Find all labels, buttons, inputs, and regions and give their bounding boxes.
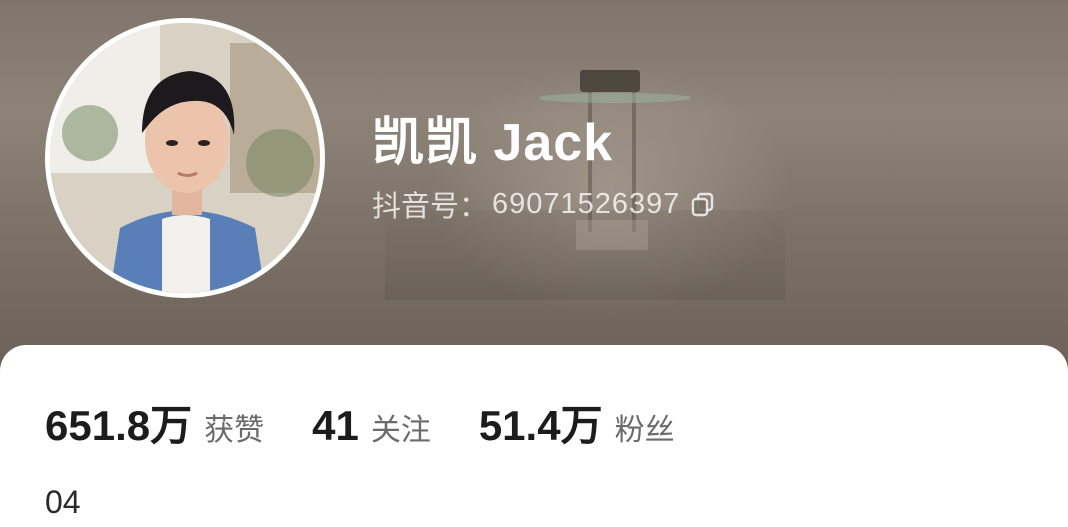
stat-likes-label: 获赞: [204, 414, 265, 447]
profile-stats: 651.8万 获赞 41 关注 51.4万 粉丝: [45, 392, 723, 453]
douyin-id-label: 抖音号：: [372, 191, 489, 223]
douyin-id-row: 抖音号： 69071526397: [372, 183, 716, 225]
stat-following[interactable]: 41 关注: [312, 402, 431, 450]
copy-icon[interactable]: [690, 191, 716, 217]
stat-following-value: 41: [312, 402, 359, 449]
stat-likes[interactable]: 651.8万 获赞: [45, 392, 264, 453]
stat-followers-value: 51.4万: [478, 402, 603, 449]
douyin-id-value: 69071526397: [492, 187, 681, 220]
stat-followers[interactable]: 51.4万 粉丝: [479, 392, 675, 453]
profile-bio: 04: [45, 484, 81, 520]
stat-likes-value: 651.8万: [45, 402, 193, 449]
profile-name: 凯凯 Jack: [372, 114, 614, 172]
avatar[interactable]: [45, 18, 325, 298]
stat-following-label: 关注: [370, 414, 431, 447]
stat-followers-label: 粉丝: [614, 414, 675, 447]
avatar-image: [50, 23, 320, 293]
